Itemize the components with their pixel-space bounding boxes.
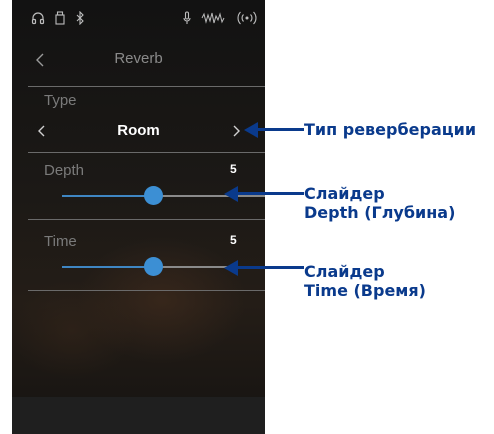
depth-slider-track [153,195,265,197]
bottom-bar [12,397,265,434]
time-label: Time [44,233,77,250]
depth-callout-line2: Depth (Глубина) [304,203,456,222]
screen-title: Reverb [114,50,163,67]
phone-screen: Reverb Type Room Depth 5 Time 5 [12,0,265,434]
bluetooth-icon [75,10,85,26]
type-callout-line [256,128,304,131]
headphones-icon [30,10,46,26]
depth-label: Depth [44,162,85,179]
type-next-icon[interactable] [230,121,244,141]
wireless-icon [236,10,258,26]
audio-waveform-icon [200,10,226,26]
divider [28,86,265,87]
depth-slider-fill [62,195,153,197]
type-callout: Тип реверберации [304,120,477,139]
type-label: Type [44,92,77,109]
divider [28,290,265,291]
depth-callout-line [236,192,304,195]
status-bar [12,0,265,40]
divider [28,219,265,220]
time-value: 5 [230,233,237,247]
time-callout-line2: Time (Время) [304,281,426,300]
time-slider-fill [62,266,153,268]
divider [28,152,265,153]
time-callout-line1: Слайдер [304,262,385,281]
time-slider-thumb[interactable] [144,257,163,276]
microphone-icon [182,10,192,26]
depth-value: 5 [230,162,237,176]
reverb-type-value: Room [117,122,160,139]
depth-slider-thumb[interactable] [144,186,163,205]
time-callout-line [236,266,304,269]
depth-callout-line1: Слайдер [304,184,385,203]
usb-memory-icon [54,10,66,26]
